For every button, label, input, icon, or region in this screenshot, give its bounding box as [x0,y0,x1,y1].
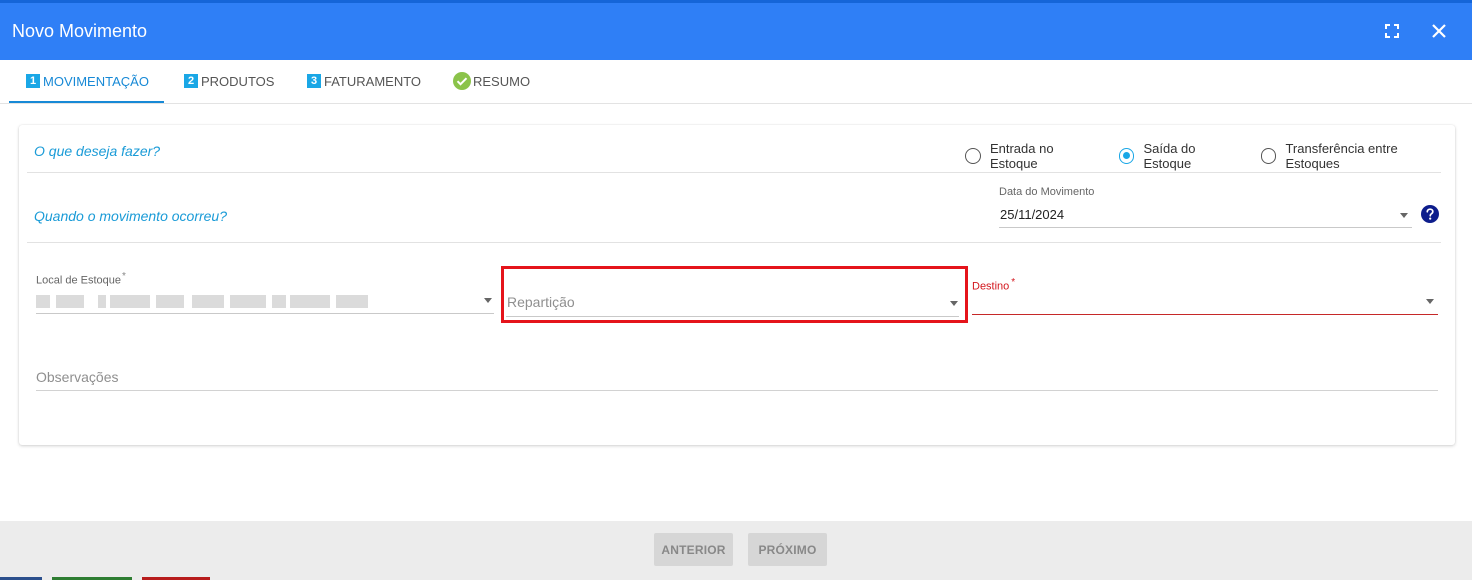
step-number-badge: 3 [307,74,321,88]
tab-resumo[interactable]: RESUMO [453,60,530,102]
redacted-value [36,295,50,308]
movement-form-card: O que deseja fazer? Entrada no Estoque S… [19,125,1455,445]
maximize-icon[interactable] [1380,19,1404,43]
tab-label: MOVIMENTAÇÃO [43,73,149,89]
redacted-value [156,295,184,308]
dialog-header: Novo Movimento [0,3,1472,60]
reparticao-select[interactable]: Repartição [506,288,959,317]
reparticao-highlight-box: Repartição [501,266,968,323]
redacted-value [336,295,368,308]
question-when: Quando o movimento ocorreu? [34,208,227,224]
radio-saida-estoque[interactable]: Saída do Estoque [1118,141,1247,171]
tab-faturamento[interactable]: 3 FATURAMENTO [307,60,421,102]
local-estoque-label: Local de Estoque* [36,271,126,287]
radio-label: Transferência entre Estoques [1285,141,1398,171]
observacoes-input[interactable]: Observações [36,365,1438,391]
tab-label: RESUMO [473,73,531,89]
redacted-value [230,295,266,308]
proximo-button[interactable]: PRÓXIMO [748,533,827,566]
redacted-value [110,295,150,308]
dropdown-caret-icon [484,298,492,303]
wizard-tabs: 1 MOVIMENTAÇÃO 2 PRODUTOS 3 FATURAMENTO … [0,60,1472,104]
tab-label: FATURAMENTO [324,73,422,89]
tab-movimentacao[interactable]: 1 MOVIMENTAÇÃO [9,60,164,103]
radio-entrada-estoque[interactable]: Entrada no Estoque [965,141,1105,171]
radio-transferencia-estoques[interactable]: Transferência entre Estoques [1260,141,1456,171]
local-estoque-select[interactable] [36,289,494,314]
movement-type-radio-group: Entrada no Estoque Saída do Estoque Tran… [965,141,1455,171]
date-field-label: Data do Movimento [999,186,1095,198]
radio-label: Saída do Estoque [1143,141,1196,171]
redacted-value [290,295,330,308]
check-circle-icon [453,72,471,90]
dropdown-caret-icon [1426,299,1434,304]
dropdown-caret-icon [950,301,958,306]
observacoes-placeholder: Observações [36,369,119,385]
radio-circle-selected [1118,148,1135,164]
redacted-value [56,295,84,308]
radio-circle [1260,148,1277,164]
date-select[interactable]: 25/11/2024 [999,203,1412,228]
close-icon[interactable] [1427,19,1451,43]
redacted-value [272,295,286,308]
step-number-badge: 2 [184,74,198,88]
wizard-footer: ANTERIOR PRÓXIMO [0,521,1472,580]
tab-label: PRODUTOS [201,73,275,89]
question-action: O que deseja fazer? [34,143,161,159]
help-icon[interactable] [1421,205,1439,223]
step-number-badge: 1 [26,74,40,88]
radio-circle [965,148,981,164]
divider [27,172,1441,173]
anterior-button[interactable]: ANTERIOR [654,533,733,566]
destino-select[interactable] [972,291,1438,315]
reparticao-placeholder: Repartição [507,294,575,310]
date-value: 25/11/2024 [1000,207,1065,222]
divider [27,242,1441,243]
dialog-title: Novo Movimento [12,21,148,41]
dropdown-caret-icon [1400,213,1408,218]
tab-produtos[interactable]: 2 PRODUTOS [184,60,274,102]
redacted-value [192,295,224,308]
redacted-value [98,295,106,308]
radio-label: Entrada no Estoque [989,141,1054,171]
